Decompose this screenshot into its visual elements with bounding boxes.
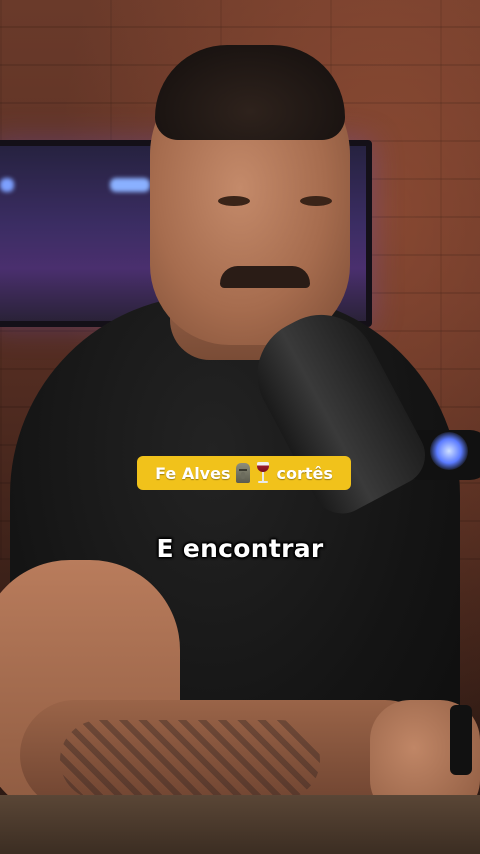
channel-badge-name: Fe Alves (155, 463, 231, 483)
person-hair (155, 45, 345, 140)
person-eye-left (218, 196, 250, 206)
subtitle-caption: E encontrar (156, 534, 324, 563)
wine-glass-icon (256, 462, 270, 484)
moai-icon (236, 463, 251, 483)
mic-blue-light (430, 432, 468, 470)
tv-led-light-left (0, 178, 14, 192)
person-mustache (220, 266, 310, 288)
wrist-watch (450, 705, 472, 775)
arm-tattoo (60, 720, 320, 800)
channel-badge-suffix: cortês (276, 463, 333, 483)
channel-badge: Fe Alves cortês (137, 456, 351, 490)
tv-led-light (110, 178, 150, 192)
video-frame[interactable]: Fe Alves cortês E encontrar (0, 0, 480, 854)
wooden-table (0, 795, 480, 854)
person-eye-right (300, 196, 332, 206)
